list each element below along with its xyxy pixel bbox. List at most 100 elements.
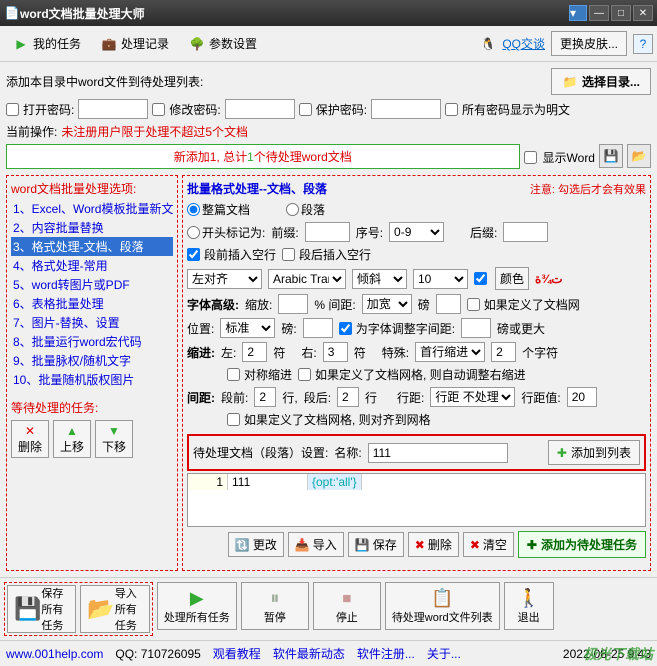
option-item[interactable]: 1、Excel、Word模板批量新文件: [11, 199, 173, 218]
style-select[interactable]: 倾斜: [352, 269, 407, 289]
about-link[interactable]: 关于...: [427, 645, 461, 662]
paragraph-radio[interactable]: 段落: [286, 201, 325, 218]
register-link[interactable]: 软件注册...: [357, 645, 415, 662]
position-select[interactable]: 标准: [220, 318, 275, 338]
adjust-font-check[interactable]: 为字体调整字间距:: [339, 320, 455, 337]
option-item[interactable]: 3、格式处理-文档、段落: [11, 237, 173, 256]
define-grid-check[interactable]: 如果定义了文档网: [467, 296, 580, 313]
format-panel: 批量格式处理--文档、段落 注意: 勾选后才会有效果 整篇文档 段落 开头标记为…: [182, 175, 651, 571]
pound2-input[interactable]: [303, 318, 333, 338]
before-input[interactable]: [254, 387, 276, 407]
option-item[interactable]: 4、格式处理-常用: [11, 256, 173, 275]
protect-password-check[interactable]: 保护密码:: [299, 101, 367, 118]
table-row[interactable]: 1 111 {opt:'all'}: [188, 474, 645, 490]
special-select[interactable]: 首行缩进: [415, 342, 485, 362]
display-word-check[interactable]: 显示Word: [524, 144, 595, 171]
watermark: 极光下载站: [583, 644, 653, 664]
play-icon: ▶: [13, 36, 29, 52]
pound-input[interactable]: [436, 294, 461, 314]
snap-grid-check[interactable]: 如果定义了文档网格, 则对齐到网格: [227, 411, 431, 428]
close-button[interactable]: ✕: [633, 5, 653, 21]
open-password-input[interactable]: [78, 99, 148, 119]
indent-left-input[interactable]: [242, 342, 267, 362]
modify-password-check[interactable]: 修改密码:: [152, 101, 220, 118]
tutorial-link[interactable]: 观看教程: [213, 645, 261, 662]
qq-link[interactable]: QQ交谈: [502, 35, 545, 52]
zoom-input[interactable]: [278, 294, 308, 314]
protect-password-input[interactable]: [371, 99, 441, 119]
option-item[interactable]: 2、内容批量替换: [11, 218, 173, 237]
tab-my-tasks[interactable]: ▶我的任务: [4, 30, 90, 57]
color-button[interactable]: 颜色: [495, 267, 529, 290]
maximize-button[interactable]: □: [611, 5, 631, 21]
align-select[interactable]: 左对齐: [187, 269, 262, 289]
minimize-button[interactable]: —: [589, 5, 609, 21]
start-mark-radio[interactable]: 开头标记为:: [187, 224, 265, 241]
select-dir-button[interactable]: 📁选择目录...: [551, 68, 651, 95]
whole-doc-radio[interactable]: 整篇文档: [187, 201, 250, 218]
row-name: 111: [228, 474, 308, 490]
window-dropdown[interactable]: ▾: [569, 5, 587, 21]
tab-history[interactable]: 💼处理记录: [92, 30, 178, 57]
suffix-input[interactable]: [503, 222, 548, 242]
pause-button[interactable]: ⏸暂停: [241, 582, 309, 630]
add-pending-button[interactable]: ✚添加为待处理任务: [518, 531, 646, 558]
adjust-pound-input[interactable]: [461, 318, 491, 338]
option-item[interactable]: 6、表格批量处理: [11, 294, 173, 313]
insert-before-check[interactable]: 段前插入空行: [187, 246, 276, 263]
play-icon: ▶: [190, 588, 204, 609]
delete-button[interactable]: ✖删除: [408, 532, 459, 557]
change-button[interactable]: 🔃更改: [228, 532, 284, 557]
option-item[interactable]: 8、批量运行word宏代码: [11, 332, 173, 351]
color-check[interactable]: [474, 272, 487, 285]
clear-button[interactable]: ✖清空: [463, 532, 514, 557]
site-link[interactable]: www.001help.com: [6, 647, 103, 661]
modify-password-input[interactable]: [225, 99, 295, 119]
pending-list-button[interactable]: 📋待处理word文件列表: [385, 582, 500, 630]
delete-task-button[interactable]: ✕删除: [11, 420, 49, 458]
floppy-icon: 💾: [604, 149, 619, 163]
import-all-button[interactable]: 📂导入所有任务: [80, 585, 149, 633]
process-all-button[interactable]: ▶处理所有任务: [157, 582, 237, 630]
indent-right-input[interactable]: [323, 342, 348, 362]
save-button[interactable]: 💾保存: [348, 532, 404, 557]
move-up-button[interactable]: ▲上移: [53, 420, 91, 458]
open-icon-button[interactable]: 📂: [627, 144, 651, 168]
plaintext-check[interactable]: 所有密码显示为明文: [445, 101, 570, 118]
line-val-input[interactable]: [567, 387, 597, 407]
font-select[interactable]: Arabic Tran: [268, 269, 346, 289]
move-down-button[interactable]: ▼下移: [95, 420, 133, 458]
name-input[interactable]: [368, 443, 508, 463]
option-list: 1、Excel、Word模板批量新文件 2、内容批量替换 3、格式处理-文档、段…: [11, 199, 173, 389]
save-all-button[interactable]: 💾保存所有任务: [7, 585, 76, 633]
spacing-select[interactable]: 加宽: [362, 294, 412, 314]
stop-button[interactable]: ⏹停止: [313, 582, 381, 630]
delete-icon: ✖: [415, 538, 425, 552]
news-link[interactable]: 软件最新动态: [273, 645, 345, 662]
seq-select[interactable]: 0-9: [389, 222, 444, 242]
size-select[interactable]: 10: [413, 269, 468, 289]
skin-button[interactable]: 更换皮肤...: [551, 31, 627, 56]
chars-input[interactable]: [491, 342, 516, 362]
settings-grid[interactable]: 1 111 {opt:'all'}: [187, 473, 646, 527]
line-spacing-select[interactable]: 行距 不处理: [430, 387, 515, 407]
after-input[interactable]: [337, 387, 359, 407]
titlebar: 📄 word文档批量处理大师 ▾ — □ ✕: [0, 0, 657, 26]
option-item[interactable]: 10、批量随机版权图片: [11, 370, 173, 389]
option-item[interactable]: 9、批量脉权/随机文字: [11, 351, 173, 370]
save-icon-button[interactable]: 💾: [599, 144, 623, 168]
pause-icon: ⏸: [270, 588, 279, 609]
help-button[interactable]: ?: [633, 34, 653, 54]
exit-button[interactable]: 🚶退出: [504, 582, 554, 630]
auto-adjust-check[interactable]: 如果定义了文档网格, 则自动调整右缩进: [298, 366, 526, 383]
floppy-icon: 💾: [14, 596, 41, 622]
option-item[interactable]: 7、图片-替换、设置: [11, 313, 173, 332]
insert-after-check[interactable]: 段后插入空行: [282, 246, 371, 263]
import-button[interactable]: 📥导入: [288, 532, 344, 557]
open-password-check[interactable]: 打开密码:: [6, 101, 74, 118]
sym-indent-check[interactable]: 对称缩进: [227, 366, 292, 383]
option-item[interactable]: 5、word转图片或PDF: [11, 275, 173, 294]
tab-settings[interactable]: 🌳参数设置: [180, 30, 266, 57]
prefix-input[interactable]: [305, 222, 350, 242]
add-to-list-button[interactable]: ✚添加到列表: [548, 440, 640, 465]
